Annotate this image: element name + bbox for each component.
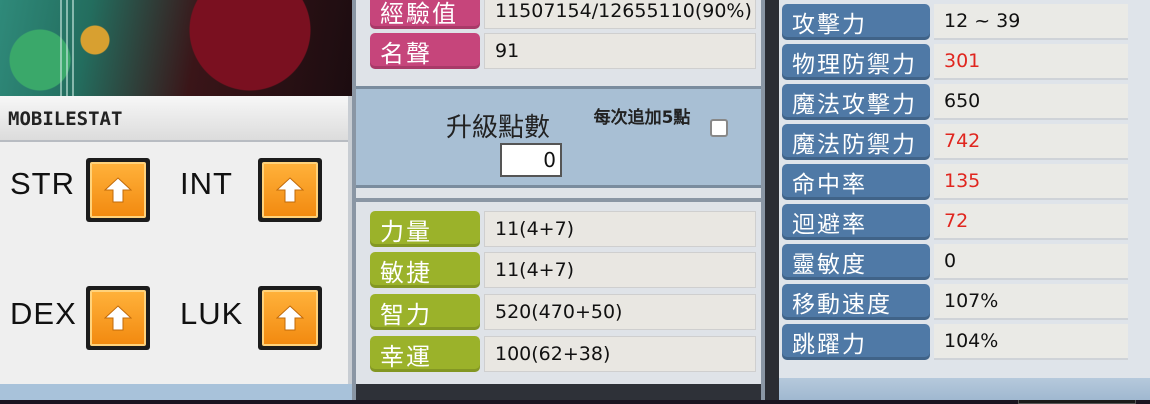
avoidability-label: 迴避率 — [782, 204, 930, 240]
intelligence-label: 智力 — [370, 294, 480, 330]
accuracy-label: 命中率 — [782, 164, 930, 200]
stat-label-luk: LUK — [180, 296, 244, 331]
dex-up-button[interactable] — [86, 286, 150, 350]
hands-value: 0 — [934, 244, 1128, 280]
magic-attack-value: 650 — [934, 84, 1128, 120]
luck-value: 100(62+38) — [484, 336, 756, 372]
dexterity-value: 11(4+7) — [484, 252, 756, 288]
up-arrow-icon — [104, 305, 132, 331]
magic-defense-value: 742 — [934, 124, 1128, 160]
strength-row: 力量 11(4+7) — [370, 210, 756, 248]
mobile-stat-footer — [0, 384, 352, 400]
detail-row: 魔法防禦力 742 — [782, 124, 1128, 160]
intelligence-row: 智力 520(470+50) — [370, 293, 756, 331]
up-arrow-icon — [276, 177, 304, 203]
physical-defense-value: 301 — [934, 44, 1128, 80]
detail-row: 物理防禦力 301 — [782, 44, 1128, 80]
panel-divider — [356, 198, 761, 202]
physical-defense-label: 物理防禦力 — [782, 44, 930, 80]
intelligence-value: 520(470+50) — [484, 294, 756, 330]
jump-value: 104% — [934, 324, 1128, 360]
detail-row: 命中率 135 — [782, 164, 1128, 200]
stat-label-str: STR — [10, 166, 75, 201]
exp-row: 經驗值 11507154/12655110(90%) — [370, 0, 756, 30]
speed-value: 107% — [934, 284, 1128, 320]
stat-label-dex: DEX — [10, 296, 77, 331]
luck-row: 幸運 100(62+38) — [370, 335, 756, 373]
fame-row: 名聲 91 — [370, 32, 756, 70]
detail-row: 迴避率 72 — [782, 204, 1128, 240]
luk-up-button[interactable] — [258, 286, 322, 350]
magic-defense-label: 魔法防禦力 — [782, 124, 930, 160]
up-arrow-icon — [276, 305, 304, 331]
speed-label: 移動速度 — [782, 284, 930, 320]
magic-attack-label: 魔法攻擊力 — [782, 84, 930, 120]
ability-points-label: 升級點數 — [446, 113, 551, 143]
dexterity-row: 敏捷 11(4+7) — [370, 251, 756, 289]
strength-label: 力量 — [370, 211, 480, 247]
jump-label: 跳躍力 — [782, 324, 930, 360]
fame-value: 91 — [484, 33, 756, 69]
detail-row: 移動速度 107% — [782, 284, 1128, 320]
exp-value: 11507154/12655110(90%) — [484, 0, 756, 29]
detail-row: 靈敏度 0 — [782, 244, 1128, 280]
luck-label: 幸運 — [370, 336, 480, 372]
fame-label: 名聲 — [370, 33, 480, 69]
dexterity-label: 敏捷 — [370, 252, 480, 288]
exp-label: 經驗值 — [370, 0, 480, 29]
panel-footer — [356, 384, 761, 400]
str-up-button[interactable] — [86, 158, 150, 222]
detail-panel-footer — [779, 378, 1150, 400]
hands-label: 靈敏度 — [782, 244, 930, 280]
auto-assign-checkbox[interactable] — [710, 119, 728, 137]
character-artwork — [0, 0, 355, 96]
int-up-button[interactable] — [258, 158, 322, 222]
attack-value: 12 ~ 39 — [934, 4, 1128, 40]
attack-label: 攻擊力 — [782, 4, 930, 40]
up-arrow-icon — [104, 177, 132, 203]
detail-row: 魔法攻擊力 650 — [782, 84, 1128, 120]
ability-points-value: 0 — [500, 143, 562, 177]
ability-points-box: 升級點數 0 每次追加5點 — [356, 86, 761, 188]
accuracy-value: 135 — [934, 164, 1128, 200]
strength-value: 11(4+7) — [484, 211, 756, 247]
character-stat-panel: 經驗值 11507154/12655110(90%) 名聲 91 升級點數 0 … — [352, 0, 765, 400]
mobile-stat-panel: MOBILESTAT STR INT DEX LUK — [0, 96, 352, 386]
artwork-detail — [60, 0, 78, 96]
auto-assign-label: 每次追加5點 — [593, 108, 691, 128]
panel-separator — [765, 0, 779, 400]
mobile-stat-title: MOBILESTAT — [0, 96, 348, 142]
avoidability-value: 72 — [934, 204, 1128, 240]
stat-label-int: INT — [180, 166, 233, 201]
detail-row: 跳躍力 104% — [782, 324, 1128, 360]
detail-row: 攻擊力 12 ~ 39 — [782, 4, 1128, 40]
